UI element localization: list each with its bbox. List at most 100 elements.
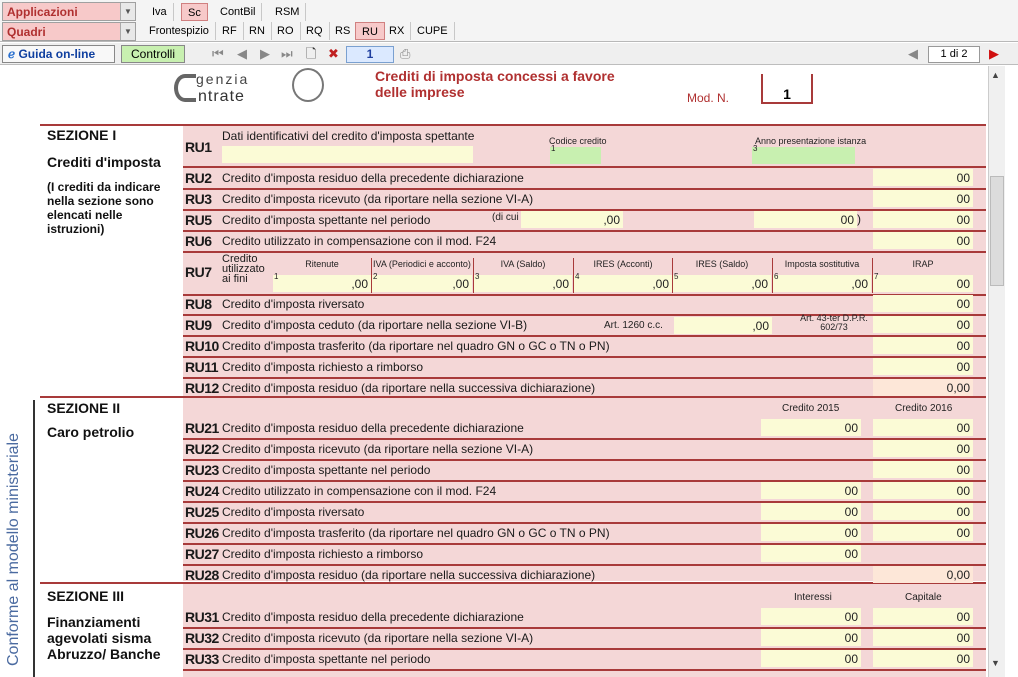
title-line-2: delle imprese	[375, 84, 465, 100]
ru1-id-field[interactable]	[222, 146, 473, 163]
ru7-value-field[interactable]: 3,00	[474, 272, 572, 292]
chevron-down-icon[interactable]: ▼	[120, 3, 135, 20]
credit-2016-field[interactable]: 0,00	[873, 566, 973, 583]
vertical-scrollbar[interactable]: ▲ ▼	[988, 66, 1005, 677]
row-value-field[interactable]: 00	[873, 190, 973, 207]
row-value-field[interactable]: 00	[873, 316, 973, 333]
row-value-field[interactable]: 00	[873, 211, 973, 228]
section2-rule	[40, 396, 986, 398]
row-code: RU6	[185, 233, 212, 249]
tab-rf[interactable]: RF	[216, 22, 244, 40]
interessi-field[interactable]: 00	[761, 608, 861, 625]
scroll-down-icon[interactable]: ▼	[991, 658, 1000, 668]
credit-2015-field[interactable]: 00	[761, 545, 861, 562]
credit-2015-field[interactable]: 00	[761, 482, 861, 499]
tab-iva[interactable]: Iva	[146, 3, 174, 21]
sec2-col1: Credito 2015	[782, 403, 840, 414]
quadri-combo[interactable]: Quadri ▼	[2, 22, 136, 41]
ru7-value-field[interactable]: 2,00	[372, 272, 472, 292]
credit-2015-field[interactable]: 00	[761, 503, 861, 520]
agency-top: genzia	[196, 71, 250, 87]
tab-rs[interactable]: RS	[329, 22, 358, 40]
tab-ro[interactable]: RO	[271, 22, 301, 40]
toolbar: ℯ Guida on-line Controlli ⏮ ◀ ▶ ⏭ 🗋 ✖ 1 …	[0, 43, 1018, 65]
ru9-art: Art. 1260 c.c.	[604, 320, 663, 331]
capitale-field[interactable]: 00	[873, 629, 973, 646]
delete-page-icon[interactable]: ✖	[328, 46, 339, 62]
field-value: ,00	[351, 277, 368, 291]
ru5-dicui-field-1[interactable]: ,00	[521, 211, 623, 228]
row-desc: Credito d'imposta trasferito (da riporta…	[222, 526, 610, 540]
interessi-field[interactable]: 00	[761, 650, 861, 667]
ru1-anno-label: Anno presentazione istanza	[755, 136, 867, 146]
row-value-field[interactable]: 00	[873, 337, 973, 354]
credit-2016-field[interactable]: 00	[873, 440, 973, 457]
row-line	[183, 522, 986, 524]
ru7-value-field[interactable]: 1,00	[273, 272, 371, 292]
controlli-button[interactable]: Controlli	[121, 45, 185, 63]
tab-sc[interactable]: Sc	[181, 3, 208, 21]
tab-cupe[interactable]: CUPE	[411, 22, 455, 40]
new-page-icon[interactable]: 🗋	[306, 46, 316, 62]
ru7-value-field[interactable]: 7 00	[873, 272, 973, 292]
row-code: RU21	[185, 420, 219, 436]
tab-rsm[interactable]: RSM	[269, 3, 307, 21]
credit-2016-field[interactable]: 00	[873, 419, 973, 436]
row-value-field[interactable]: 0,00	[873, 379, 973, 396]
row-value-field[interactable]: 00	[873, 169, 973, 186]
first-page-icon[interactable]: ⏮	[212, 46, 224, 62]
row-value-field[interactable]: 00	[873, 295, 973, 312]
ru9-art-field[interactable]: ,00	[674, 317, 772, 334]
side-label: Conforme al modello ministeriale	[5, 433, 22, 666]
credit-2016-field[interactable]: 00	[873, 524, 973, 541]
ru7-col-header: IRES (Saldo)	[695, 259, 749, 269]
credit-2015-field[interactable]: 00	[761, 524, 861, 541]
scroll-up-icon[interactable]: ▲	[991, 70, 1000, 80]
tab-rn[interactable]: RN	[243, 22, 272, 40]
capitale-field[interactable]: 00	[873, 608, 973, 625]
chevron-down-icon[interactable]: ▼	[120, 23, 135, 40]
row-value-field[interactable]: 00	[873, 232, 973, 249]
ru1-code: RU1	[185, 139, 212, 155]
print-icon[interactable]: ⎙	[400, 46, 410, 62]
tab-rq[interactable]: RQ	[300, 22, 330, 40]
applicazioni-combo[interactable]: Applicazioni ▼	[2, 2, 136, 21]
row-code: RU31	[185, 609, 219, 625]
row-line	[183, 335, 986, 337]
guida-online-button[interactable]: ℯ Guida on-line	[2, 45, 115, 63]
row-code: RU2	[185, 170, 212, 186]
section3-subtitle: Finanziamenti agevolati sisma Abruzzo/ B…	[47, 614, 161, 662]
row-line	[183, 669, 986, 671]
section1-note: (I crediti da indicare nella sezione son…	[47, 180, 161, 236]
module-number-field[interactable]: 1	[346, 46, 394, 63]
top-rule	[40, 124, 986, 126]
ru7-value-field[interactable]: 6,00	[773, 272, 871, 292]
tab-rx[interactable]: RX	[383, 22, 412, 40]
row-code: RU9	[185, 317, 212, 333]
next-form-page-icon[interactable]: ▶	[989, 46, 999, 62]
ru1-anno-field[interactable]: 3	[752, 144, 855, 164]
tab-frontespizio[interactable]: Frontespizio	[143, 22, 216, 40]
row-desc: Credito d'imposta residuo della preceden…	[222, 171, 524, 185]
credit-2016-field[interactable]: 00	[873, 461, 973, 478]
credit-2016-field[interactable]: 00	[873, 503, 973, 520]
row-code: RU25	[185, 504, 219, 520]
next-page-icon[interactable]: ▶	[260, 46, 270, 62]
interessi-field[interactable]: 00	[761, 629, 861, 646]
tab-ru[interactable]: RU	[355, 22, 385, 40]
capitale-field[interactable]: 00	[873, 650, 973, 667]
scroll-thumb[interactable]	[990, 176, 1004, 286]
last-page-icon[interactable]: ⏭	[281, 46, 293, 62]
credit-2016-field[interactable]: 00	[873, 482, 973, 499]
field-index: 2	[373, 272, 378, 281]
ru7-value-field[interactable]: 5,00	[673, 272, 771, 292]
prev-form-page-icon[interactable]: ◀	[908, 46, 918, 62]
credit-2015-field[interactable]: 00	[761, 419, 861, 436]
prev-page-icon[interactable]: ◀	[237, 46, 247, 62]
ru1-codice-field[interactable]: 1	[550, 144, 601, 164]
row-value-field[interactable]: 00	[873, 358, 973, 375]
ru7-value-field[interactable]: 4,00	[574, 272, 672, 292]
tab-contbil[interactable]: ContBil	[214, 3, 263, 21]
mod-number[interactable]: 1	[761, 74, 813, 104]
ru5-dicui-field-2[interactable]: 00	[754, 211, 857, 228]
